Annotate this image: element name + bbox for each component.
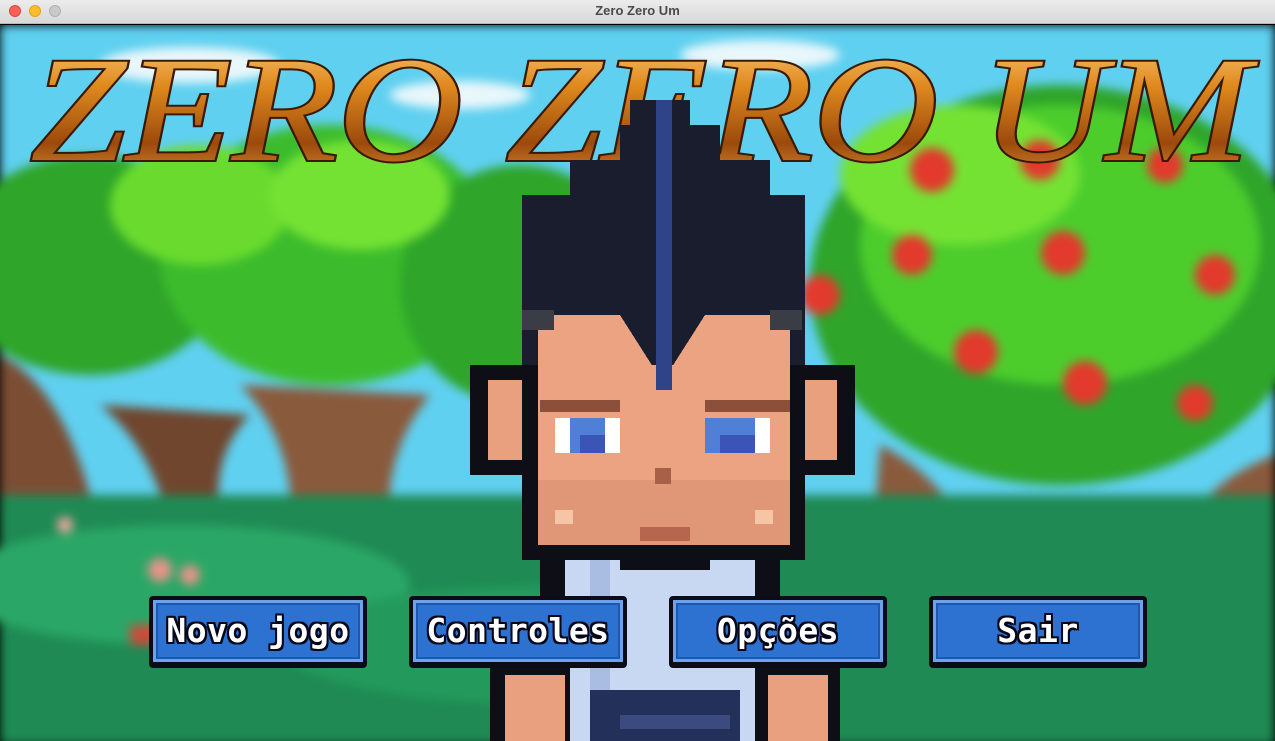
game-window: Zero Zero Um ZERO ZERO UM Novo jogo Cont…: [0, 0, 1275, 741]
title-bar: Zero Zero Um: [0, 0, 1275, 24]
new-game-button[interactable]: Novo jogo: [149, 596, 367, 666]
controls-button[interactable]: Controles: [409, 596, 627, 666]
window-title: Zero Zero Um: [595, 3, 680, 18]
options-button[interactable]: Opções: [669, 596, 887, 666]
title-screen: ZERO ZERO UM Novo jogo Controles Opções …: [0, 25, 1275, 741]
quit-button[interactable]: Sair: [929, 596, 1147, 666]
